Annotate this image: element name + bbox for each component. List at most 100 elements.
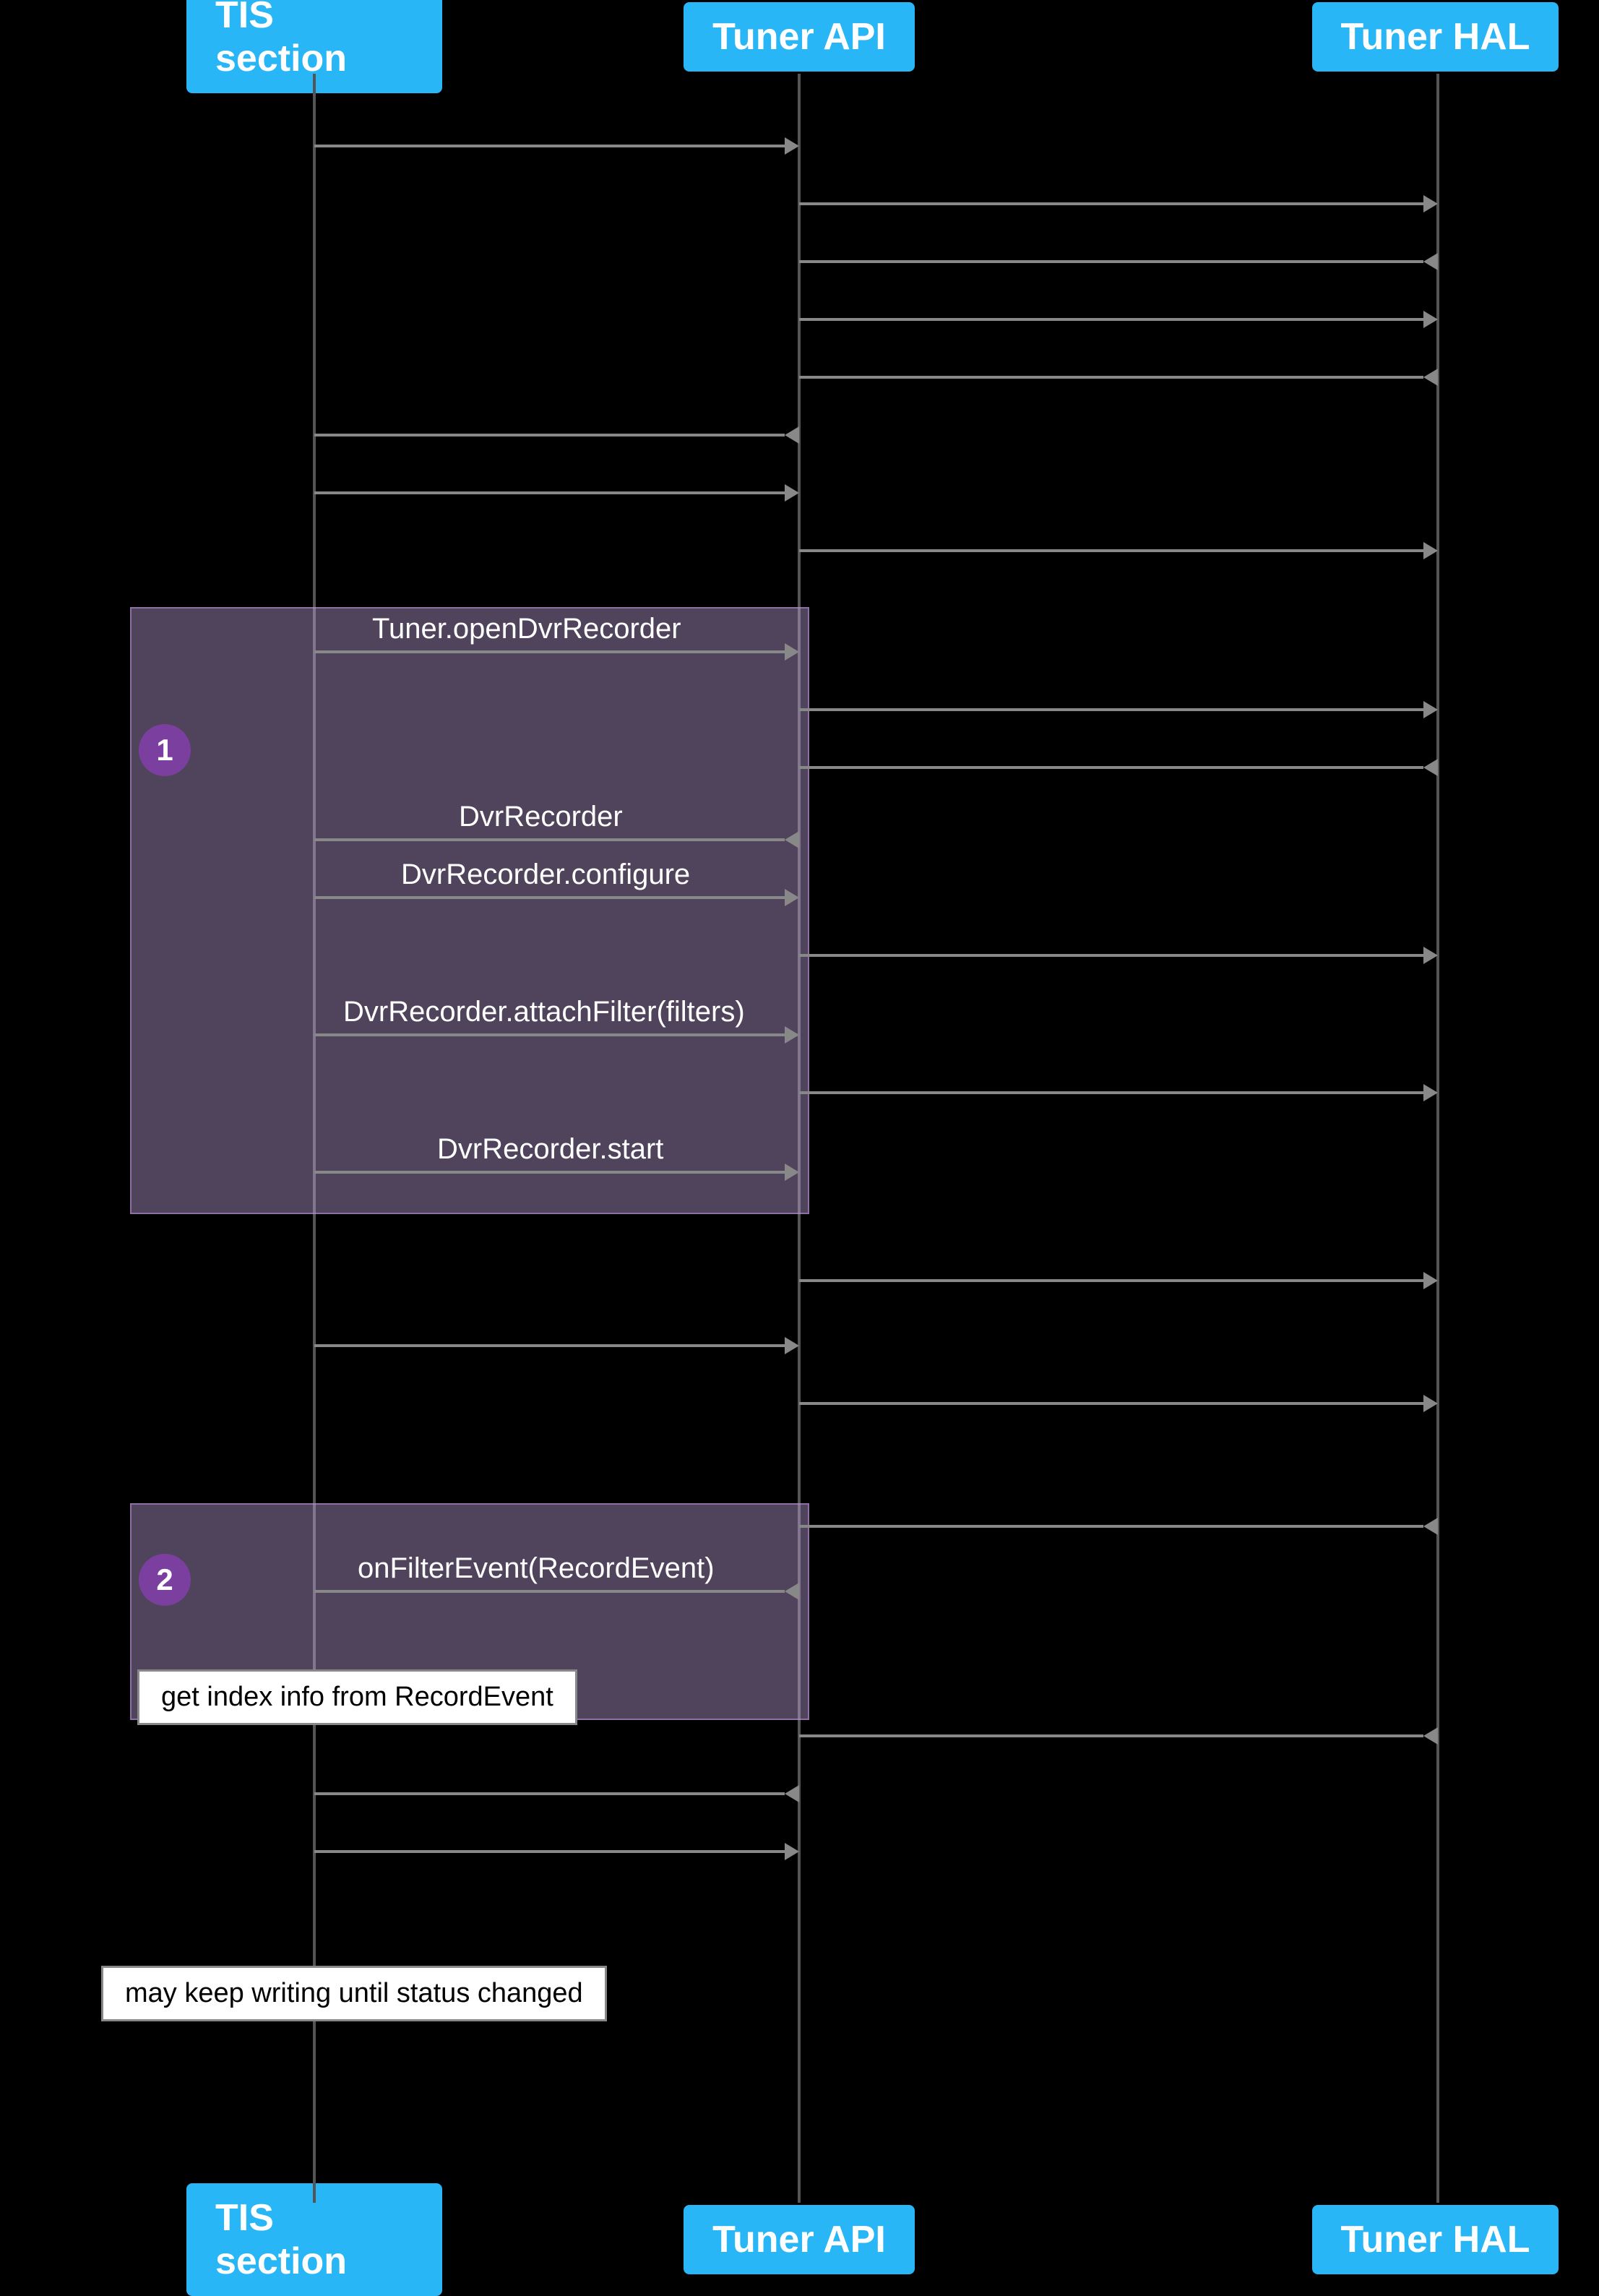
arrow-11 <box>799 766 1438 769</box>
arrow-23-head <box>1423 1727 1438 1745</box>
tuner-hal-header-bg: Tuner HAL <box>1312 2 1559 72</box>
arrow-7-head <box>785 484 799 502</box>
info-box-2-label: may keep writing until status changed <box>125 1978 583 2008</box>
arrow-4 <box>799 318 1438 321</box>
tuner-hal-header: Tuner HAL <box>1272 0 1599 74</box>
info-box-2: may keep writing until status changed <box>101 1966 607 2021</box>
arrow-13-line <box>314 896 785 899</box>
arrow-dvr-configure: DvrRecorder.configure <box>314 896 799 899</box>
arrow-18-line <box>799 1279 1423 1282</box>
tuner-api-footer: Tuner API <box>629 2203 970 2276</box>
arrow-13-head <box>785 889 799 906</box>
arrow-4-line <box>799 318 1423 321</box>
info-box-1-label: get index info from RecordEvent <box>161 1682 553 1712</box>
tuner-api-header: Tuner API <box>629 0 970 74</box>
arrow-5-head <box>1423 369 1438 386</box>
arrow-21-line <box>799 1525 1423 1528</box>
arrow-1 <box>314 145 799 147</box>
arrow-18-head <box>1423 1272 1438 1289</box>
tis-footer: TIS section <box>186 2203 442 2276</box>
arrow-on-filter-event: onFilterEvent(RecordEvent) <box>314 1590 799 1593</box>
arrow-19-head <box>785 1337 799 1354</box>
arrow-17-label: DvrRecorder.start <box>437 1133 663 1166</box>
arrow-22-line <box>314 1590 785 1593</box>
arrow-15-line <box>314 1033 785 1036</box>
arrow-3 <box>799 260 1438 263</box>
arrow-10 <box>799 708 1438 711</box>
arrow-8-head <box>1423 542 1438 559</box>
arrow-14-head <box>1423 947 1438 964</box>
arrow-9-head <box>785 643 799 661</box>
arrow-12-label: DvrRecorder <box>459 801 623 833</box>
arrow-9-line <box>314 650 785 653</box>
tis-header: TIS section <box>186 0 442 74</box>
step-2-label: 2 <box>156 1562 173 1597</box>
arrow-19-line <box>314 1344 785 1347</box>
arrow-12-line <box>314 838 785 841</box>
arrow-16-line <box>799 1091 1423 1094</box>
arrow-15-label: DvrRecorder.attachFilter(filters) <box>343 996 745 1028</box>
info-box-1: get index info from RecordEvent <box>137 1669 577 1725</box>
arrow-10-head <box>1423 701 1438 718</box>
arrow-5 <box>799 376 1438 379</box>
arrow-8 <box>799 549 1438 552</box>
arrow-1-head <box>785 137 799 155</box>
arrow-12-head <box>785 831 799 848</box>
highlight-box-1 <box>130 607 809 1214</box>
arrow-16-head <box>1423 1084 1438 1101</box>
arrow-20 <box>799 1402 1438 1405</box>
arrow-7-line <box>314 491 785 494</box>
tuner-api-footer-label: Tuner API <box>712 2219 886 2261</box>
arrow-21 <box>799 1525 1438 1528</box>
arrow-13-label: DvrRecorder.configure <box>401 859 690 891</box>
tuner-api-footer-bg: Tuner API <box>684 2205 915 2274</box>
arrow-dvr-attach: DvrRecorder.attachFilter(filters) <box>314 1033 799 1036</box>
arrow-20-head <box>1423 1395 1438 1412</box>
arrow-3-line <box>799 260 1423 263</box>
arrow-23-line <box>799 1734 1423 1737</box>
arrow-23 <box>799 1734 1438 1737</box>
arrow-9-label: Tuner.openDvrRecorder <box>372 613 681 645</box>
tuner-hal-lifeline <box>1436 74 1439 2203</box>
arrow-16 <box>799 1091 1438 1094</box>
tuner-api-header-label: Tuner API <box>712 16 886 58</box>
arrow-14 <box>799 954 1438 957</box>
tis-footer-label: TIS section <box>215 2197 347 2282</box>
arrow-11-head <box>1423 759 1438 776</box>
arrow-dvr-recorder: DvrRecorder <box>314 838 799 841</box>
arrow-6-line <box>314 434 785 437</box>
arrow-7 <box>314 491 799 494</box>
tuner-api-header-bg: Tuner API <box>684 2 915 72</box>
arrow-24 <box>314 1792 799 1795</box>
arrow-20-line <box>799 1402 1423 1405</box>
arrow-2-head <box>1423 195 1438 212</box>
arrow-8-line <box>799 549 1423 552</box>
arrow-24-head <box>785 1785 799 1802</box>
tuner-hal-footer-bg: Tuner HAL <box>1312 2205 1559 2274</box>
arrow-4-head <box>1423 311 1438 328</box>
arrow-6-head <box>785 426 799 444</box>
arrow-15-head <box>785 1026 799 1044</box>
arrow-5-line <box>799 376 1423 379</box>
arrow-11-line <box>799 766 1423 769</box>
arrow-1-line <box>314 145 785 147</box>
arrow-25 <box>314 1850 799 1853</box>
step-1-circle: 1 <box>139 724 191 776</box>
tuner-hal-header-label: Tuner HAL <box>1341 16 1530 58</box>
step-2-circle: 2 <box>139 1554 191 1606</box>
arrow-18 <box>799 1279 1438 1282</box>
arrow-25-line <box>314 1850 785 1853</box>
tuner-hal-footer: Tuner HAL <box>1272 2203 1599 2276</box>
arrow-2 <box>799 202 1438 205</box>
arrow-19 <box>314 1344 799 1347</box>
arrow-22-label: onFilterEvent(RecordEvent) <box>358 1552 715 1585</box>
arrow-24-line <box>314 1792 785 1795</box>
arrow-17-head <box>785 1164 799 1181</box>
arrow-22-head <box>785 1583 799 1600</box>
arrow-21-head <box>1423 1518 1438 1535</box>
arrow-3-head <box>1423 253 1438 270</box>
arrow-2-line <box>799 202 1423 205</box>
arrow-14-line <box>799 954 1423 957</box>
arrow-dvr-start: DvrRecorder.start <box>314 1171 799 1174</box>
arrow-10-line <box>799 708 1423 711</box>
